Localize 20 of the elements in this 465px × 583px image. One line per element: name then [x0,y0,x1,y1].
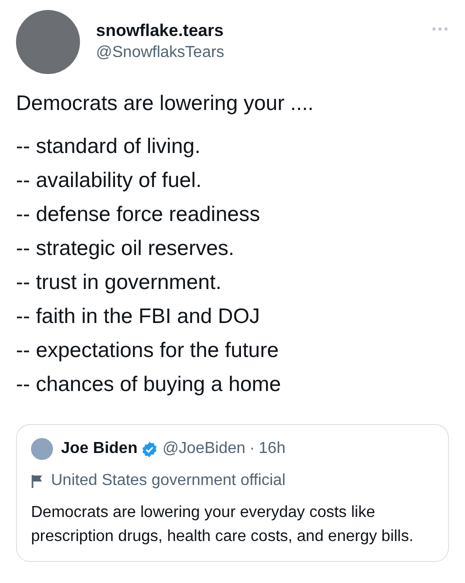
tweet-text-line: -- faith in the FBI and DOJ [16,304,261,330]
tweet-text-line: -- standard of living. [16,134,202,160]
tweet-text-line: -- expectations for the future [16,338,280,364]
tweet-text-line: -- trust in government. [16,270,222,296]
post-time: 16h [258,439,286,459]
user-name: Joe Biden [61,439,138,459]
separator-dot: · [249,439,255,459]
tweet-text: Democrats are lowering your .... [16,91,315,117]
tweet-text-line: -- availability of fuel. [16,168,203,194]
tweet-text-line: -- defense force readiness [16,202,261,228]
more-options-icon[interactable] [431,26,449,32]
user-handle: @JoeBiden [162,439,246,459]
flag-icon [31,474,43,488]
user-name: snowflake.tears [96,20,225,42]
user-handle: @SnowflaksTears [96,43,226,63]
quoted-tweet-text: Democrats are lowering your everyday costs like prescription drugs, health care costs, and energy bills. [31,503,414,547]
tweet-text-line: -- strategic oil reserves. [16,236,236,262]
account-label: United States government official [51,471,286,491]
tweet-text-line: -- chances of buying a home [16,372,282,398]
avatar-photo-placeholder [31,438,53,460]
